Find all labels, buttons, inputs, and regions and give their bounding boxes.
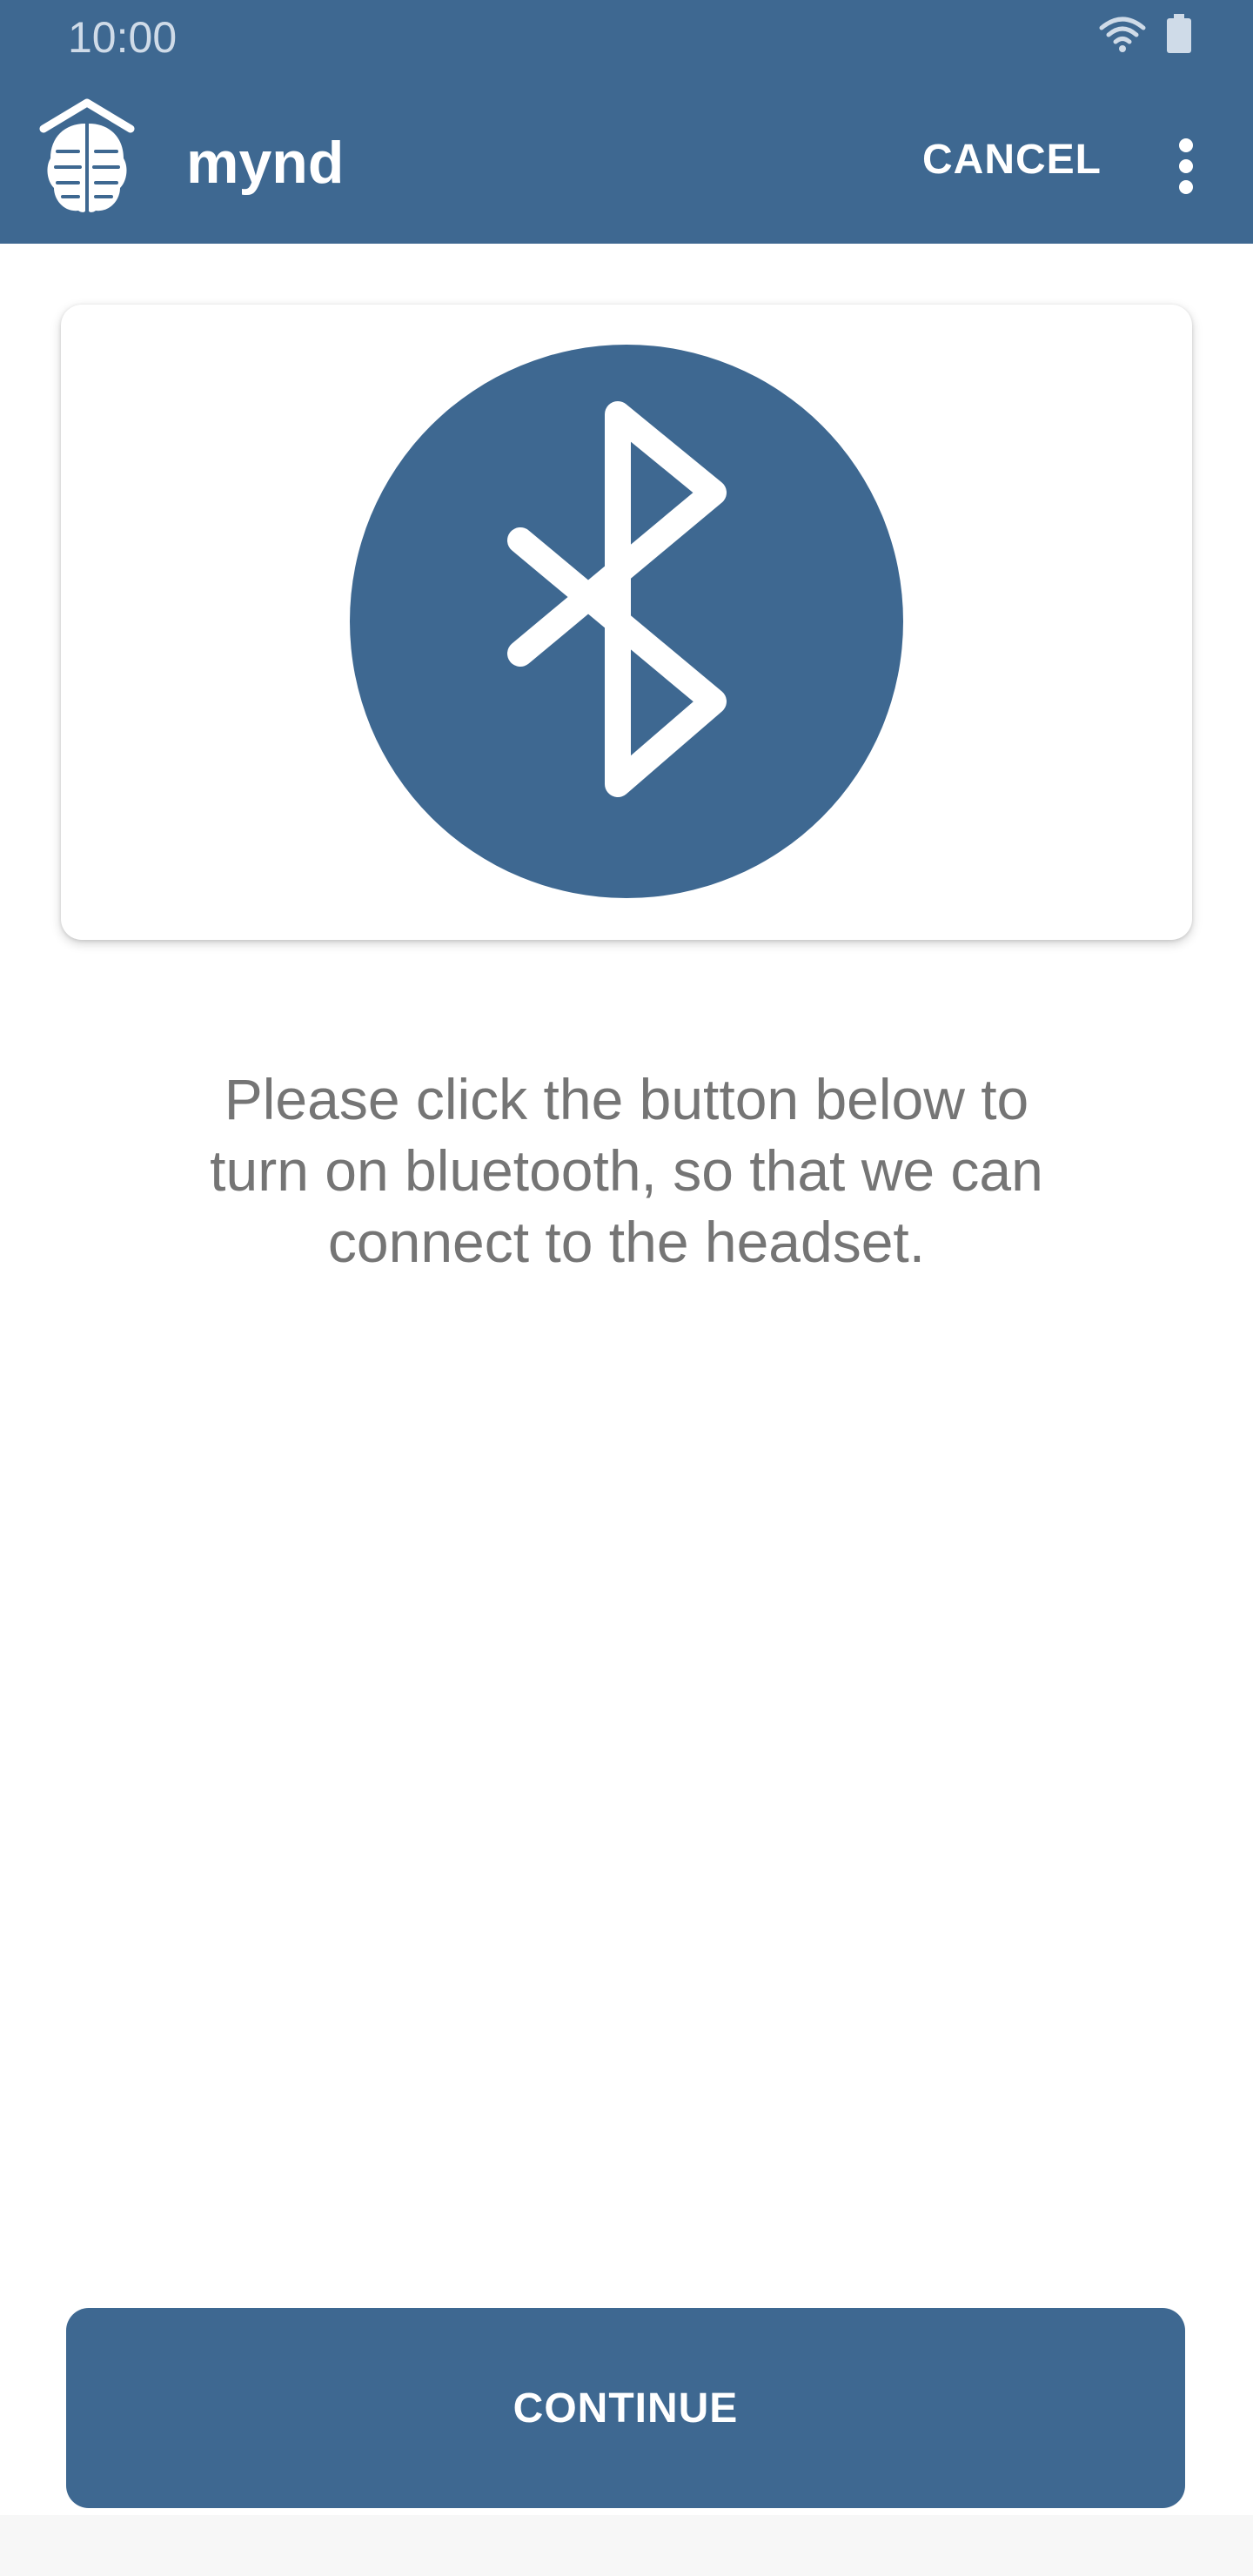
battery-icon	[1167, 14, 1191, 53]
instruction-text: Please click the button below to turn on…	[0, 1063, 1253, 1278]
app-title: mynd	[186, 130, 345, 196]
instruction-line: turn on bluetooth, so that we can	[210, 1138, 1043, 1203]
continue-button[interactable]: CONTINUE	[66, 2308, 1185, 2508]
wifi-icon	[1099, 17, 1146, 52]
instruction-line: connect to the headset.	[327, 1210, 926, 1274]
bottom-area	[0, 2515, 1253, 2576]
cancel-button[interactable]: CANCEL	[922, 136, 1102, 184]
more-vert-icon[interactable]	[1171, 131, 1201, 233]
brain-logo-icon	[39, 98, 135, 212]
bluetooth-icon	[350, 345, 903, 898]
app-bar: 10:00 mynd CANCEL	[0, 0, 1253, 244]
status-icons	[1098, 14, 1192, 54]
instruction-line: Please click the button below to	[224, 1067, 1029, 1131]
bluetooth-card	[61, 305, 1192, 940]
status-time: 10:00	[68, 13, 178, 62]
